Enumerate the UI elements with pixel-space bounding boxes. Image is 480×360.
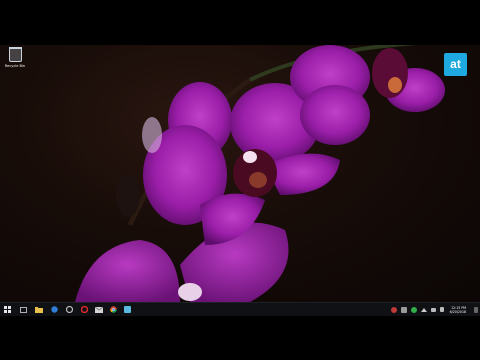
orchid-wallpaper	[75, 45, 445, 302]
brand-logo: at	[444, 53, 467, 76]
desktop-icon-recycle-bin[interactable]: Recycle Bin	[4, 47, 26, 68]
letterbox-top	[0, 0, 480, 45]
desktop[interactable]: Recycle Bin at	[0, 45, 480, 302]
chrome-icon	[109, 306, 117, 313]
taskbar: 12:15 PM 6/20/2018	[0, 302, 480, 316]
mail-icon	[95, 306, 103, 313]
taskbar-app[interactable]	[121, 303, 133, 316]
folder-icon	[35, 306, 43, 313]
clock-date: 6/20/2018	[449, 309, 466, 314]
gear-icon	[65, 306, 73, 313]
clock[interactable]: 12:15 PM 6/20/2018	[450, 306, 466, 314]
app-icon[interactable]	[400, 306, 407, 313]
clock-time: 12:15 PM	[451, 305, 466, 310]
taskbar-mail[interactable]	[93, 303, 105, 316]
taskbar-edge[interactable]	[48, 303, 60, 316]
task-view-button[interactable]	[17, 303, 29, 316]
system-tray: 12:15 PM 6/20/2018	[389, 303, 480, 316]
windows-start-icon	[3, 306, 11, 313]
taskbar-file-explorer[interactable]	[33, 303, 45, 316]
recycle-bin-label: Recycle Bin	[4, 64, 26, 68]
notification-icon[interactable]	[474, 306, 478, 313]
taskbar-chrome[interactable]	[107, 303, 119, 316]
edge-icon	[50, 306, 58, 313]
network-icon[interactable]	[430, 307, 436, 312]
recycle-bin-icon	[8, 47, 22, 62]
app-icon	[123, 306, 131, 313]
volume-icon[interactable]	[439, 307, 444, 312]
shield-icon[interactable]	[390, 306, 397, 313]
opera-icon	[80, 306, 88, 313]
letterbox-bottom	[0, 316, 480, 360]
task-view-icon	[19, 306, 27, 313]
taskbar-settings[interactable]	[63, 303, 75, 316]
green-app-icon[interactable]	[410, 306, 417, 313]
start-button[interactable]	[0, 303, 14, 316]
chevron-up-icon[interactable]	[420, 307, 427, 312]
taskbar-opera[interactable]	[78, 303, 90, 316]
